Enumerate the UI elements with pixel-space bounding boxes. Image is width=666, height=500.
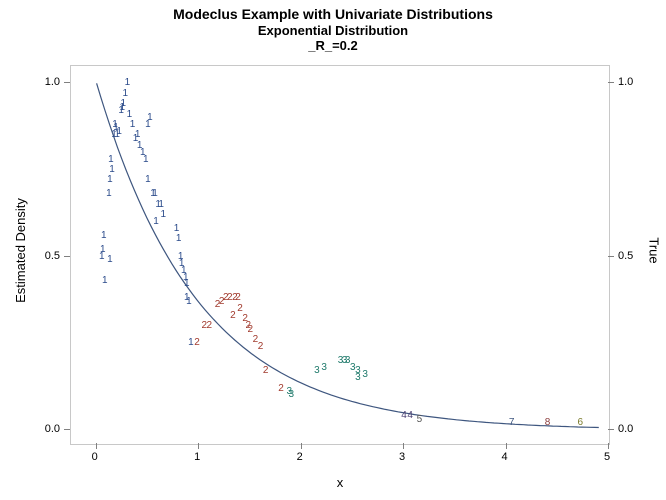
chart-subtitle: Exponential Distribution — [0, 23, 666, 39]
y-left-tick-mark — [64, 256, 70, 257]
x-tick-label: 5 — [604, 451, 610, 463]
y-left-tick-mark — [64, 429, 70, 430]
y-right-tick-mark — [608, 429, 614, 430]
x-tick-label: 4 — [502, 451, 508, 463]
x-tick-mark — [608, 443, 609, 449]
x-tick-label: 2 — [297, 451, 303, 463]
y-axis-right-label: True — [644, 0, 664, 500]
chart-subtitle2: _R_=0.2 — [0, 38, 666, 54]
x-tick-mark — [198, 443, 199, 449]
y-right-tick-mark — [608, 82, 614, 83]
y-right-tick-label: 1.0 — [618, 76, 633, 88]
y-axis-left-label: Estimated Density — [10, 0, 30, 500]
x-tick-mark — [96, 443, 97, 449]
y-right-tick-label: 0.5 — [618, 250, 633, 262]
x-tick-mark — [403, 443, 404, 449]
y-left-tick-label: 0.5 — [45, 250, 60, 262]
y-left-tick-label: 0.0 — [45, 423, 60, 435]
x-tick-mark — [301, 443, 302, 449]
y-right-tick-label: 0.0 — [618, 423, 633, 435]
chart-title: Modeclus Example with Univariate Distrib… — [0, 6, 666, 23]
plot-area: 1111111111111111111111111111111111111111… — [70, 65, 610, 445]
x-tick-label: 1 — [194, 451, 200, 463]
x-tick-label: 0 — [92, 451, 98, 463]
x-tick-mark — [506, 443, 507, 449]
true-density-curve — [71, 66, 609, 444]
y-right-tick-mark — [608, 256, 614, 257]
y-left-tick-label: 1.0 — [45, 76, 60, 88]
chart-container: Modeclus Example with Univariate Distrib… — [0, 0, 666, 500]
x-axis-label: x — [70, 475, 610, 490]
title-block: Modeclus Example with Univariate Distrib… — [0, 6, 666, 54]
x-tick-label: 3 — [399, 451, 405, 463]
y-left-tick-mark — [64, 82, 70, 83]
